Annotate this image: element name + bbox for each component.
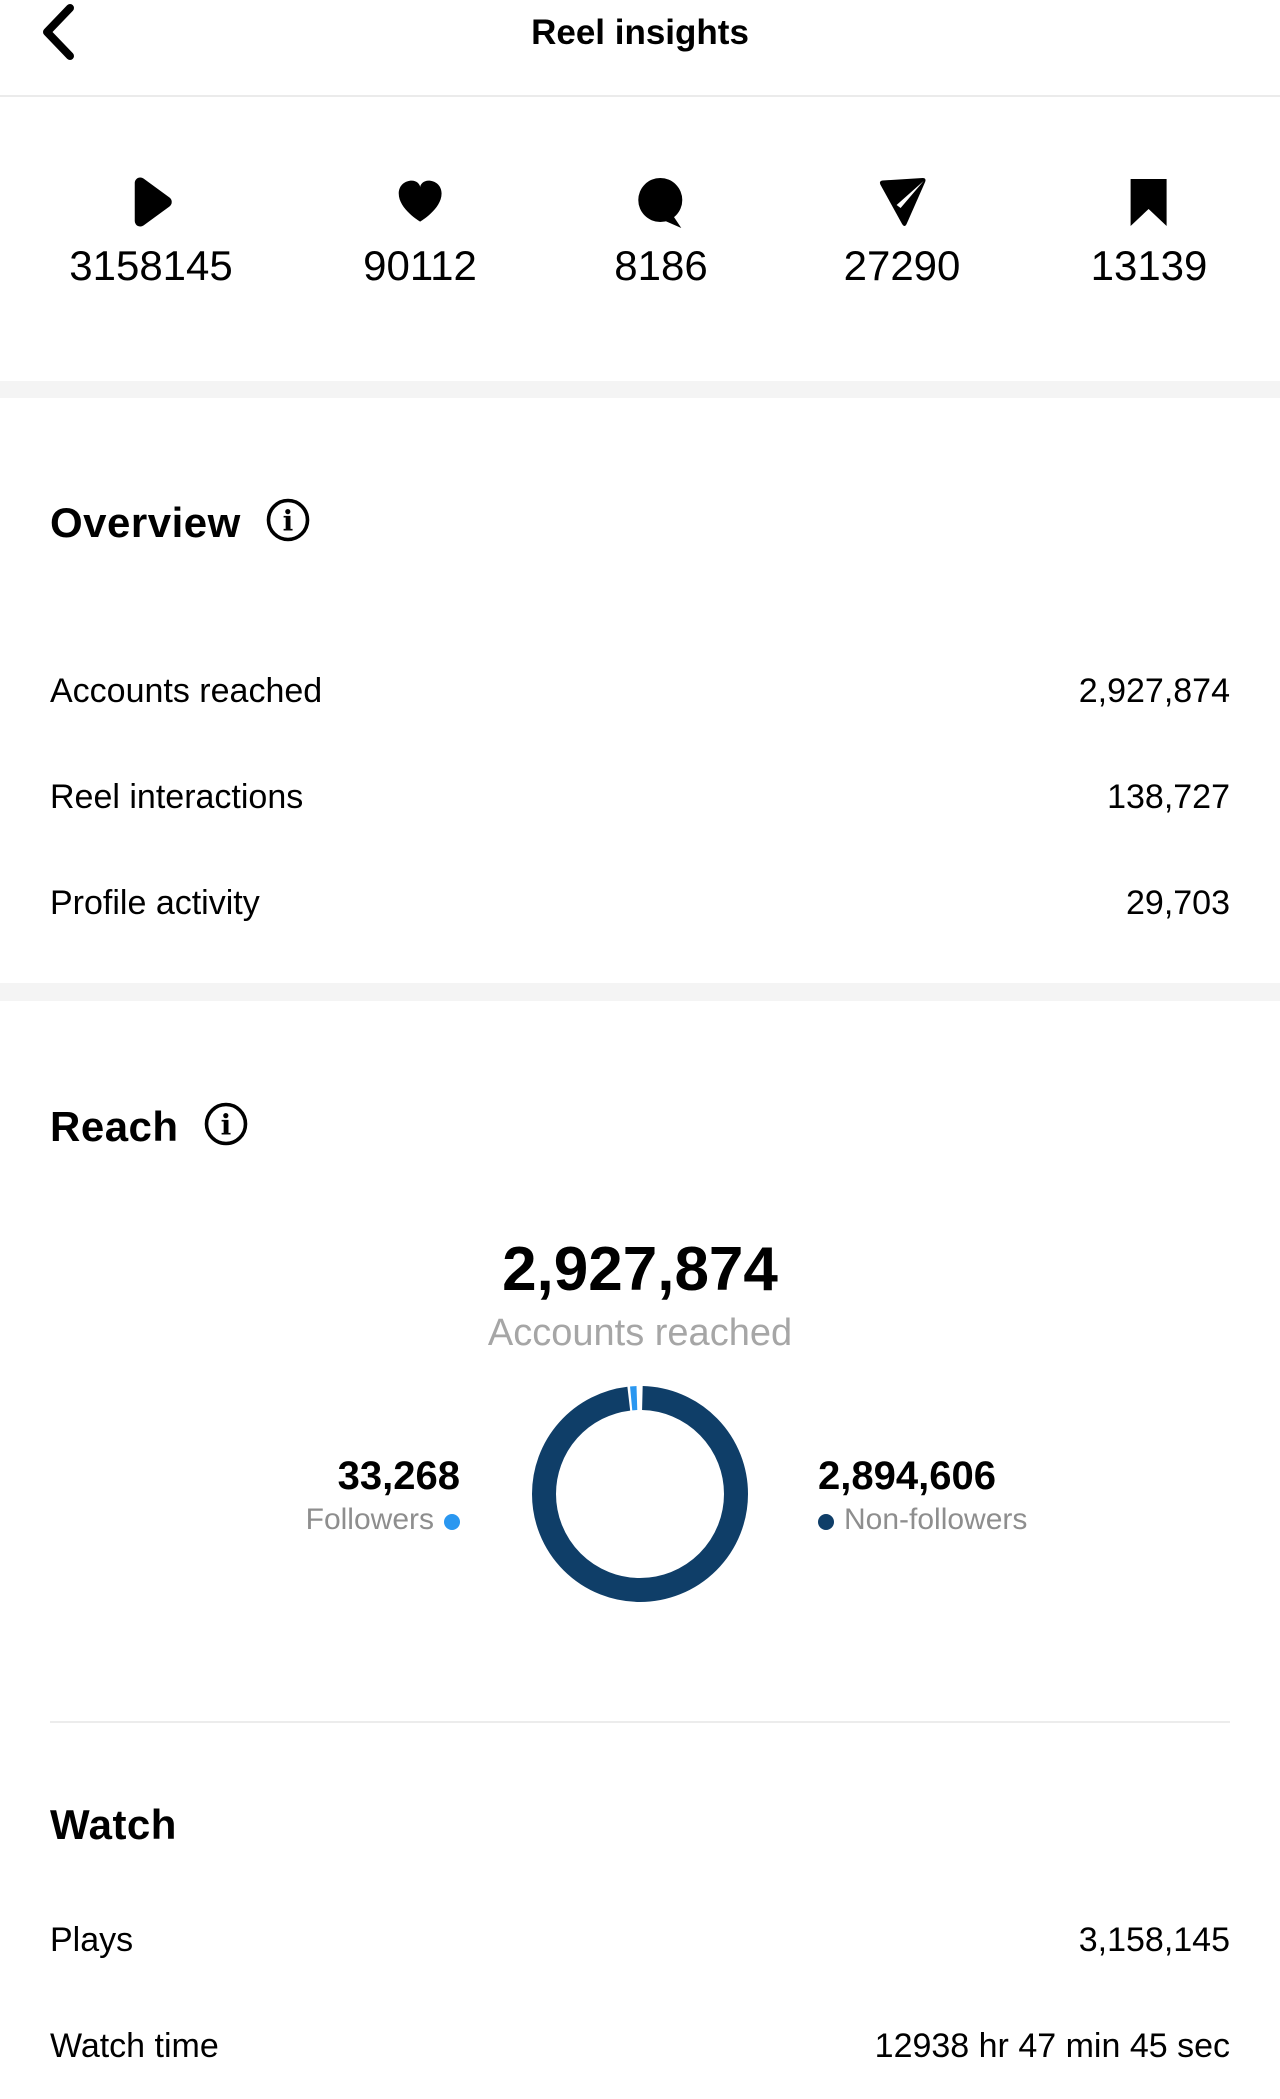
row-label: Profile activity <box>50 884 260 923</box>
stat-value: 13139 <box>1091 243 1208 289</box>
stat-value: 90112 <box>363 243 477 289</box>
donut-rings <box>532 1386 748 1602</box>
row-value: 12938 hr 47 min 45 sec <box>875 2027 1230 2066</box>
table-row: Reel interactions 138,727 <box>50 744 1230 850</box>
svg-text:i: i <box>282 505 293 538</box>
non-followers-label: Non-followers <box>818 1500 1027 1540</box>
row-value: 3,158,145 <box>1079 1921 1230 1960</box>
row-value: 2,927,874 <box>1079 672 1230 711</box>
stat-saves: 13139 <box>1091 173 1208 289</box>
header: Reel insights <box>0 0 1280 97</box>
table-row: Watch time 12938 hr 47 min 45 sec <box>50 1993 1230 2099</box>
stat-shares: 27290 <box>844 173 961 289</box>
overview-section: Overview i Accounts reached 2,927,874 Re… <box>0 497 1280 983</box>
followers-legend: 33,268 Followers <box>306 1454 460 1540</box>
donut-segment-nonfollowers <box>544 1398 736 1590</box>
stat-plays: 3158145 <box>69 173 233 289</box>
row-value: 29,703 <box>1126 884 1230 923</box>
non-followers-legend: 2,894,606 Non-followers <box>818 1454 1027 1540</box>
share-icon <box>875 173 929 231</box>
followers-label: Followers <box>306 1500 460 1540</box>
stat-value: 3158145 <box>69 243 233 289</box>
row-label: Reel interactions <box>50 778 303 817</box>
table-row: Plays 3,158,145 <box>50 1887 1230 1993</box>
table-row: Accounts reached 2,927,874 <box>50 638 1230 744</box>
separator-band <box>0 381 1280 398</box>
overview-title: Overview <box>50 501 241 545</box>
accounts-reached-label: Accounts reached <box>50 1311 1230 1355</box>
stat-value: 8186 <box>614 243 707 289</box>
play-icon <box>126 173 176 231</box>
reach-title: Reach <box>50 1105 179 1149</box>
followers-dot <box>444 1514 460 1530</box>
info-icon[interactable]: i <box>265 497 311 548</box>
table-row: Profile activity 29,703 <box>50 850 1230 956</box>
info-icon[interactable]: i <box>203 1101 249 1152</box>
heart-icon <box>395 173 445 231</box>
reach-donut-chart: 33,268 Followers 2,894,606 Non-followers <box>50 1386 1230 1602</box>
followers-count: 33,268 <box>306 1454 460 1498</box>
watch-title: Watch <box>50 1803 177 1847</box>
stat-value: 27290 <box>844 243 961 289</box>
row-label: Accounts reached <box>50 672 322 711</box>
row-value: 138,727 <box>1107 778 1230 817</box>
back-button[interactable] <box>38 1 78 63</box>
reel-stats-bar: 3158145 90112 8186 27290 13139 <box>0 97 1280 381</box>
comment-icon <box>635 173 687 231</box>
stat-comments: 8186 <box>614 173 707 289</box>
reach-section: Reach i 2,927,874 Accounts reached 33,26… <box>0 1101 1280 2099</box>
non-followers-count: 2,894,606 <box>818 1454 1027 1498</box>
row-label: Plays <box>50 1921 133 1960</box>
bookmark-icon <box>1128 173 1170 231</box>
page-title: Reel insights <box>0 0 1280 54</box>
stat-likes: 90112 <box>363 173 477 289</box>
chevron-left-icon <box>38 1 78 63</box>
accounts-reached-total: 2,927,874 <box>50 1237 1230 1303</box>
svg-text:i: i <box>220 1109 231 1142</box>
row-label: Watch time <box>50 2027 219 2066</box>
divider <box>50 1721 1230 1723</box>
non-followers-dot <box>818 1514 834 1530</box>
separator-band <box>0 983 1280 1001</box>
